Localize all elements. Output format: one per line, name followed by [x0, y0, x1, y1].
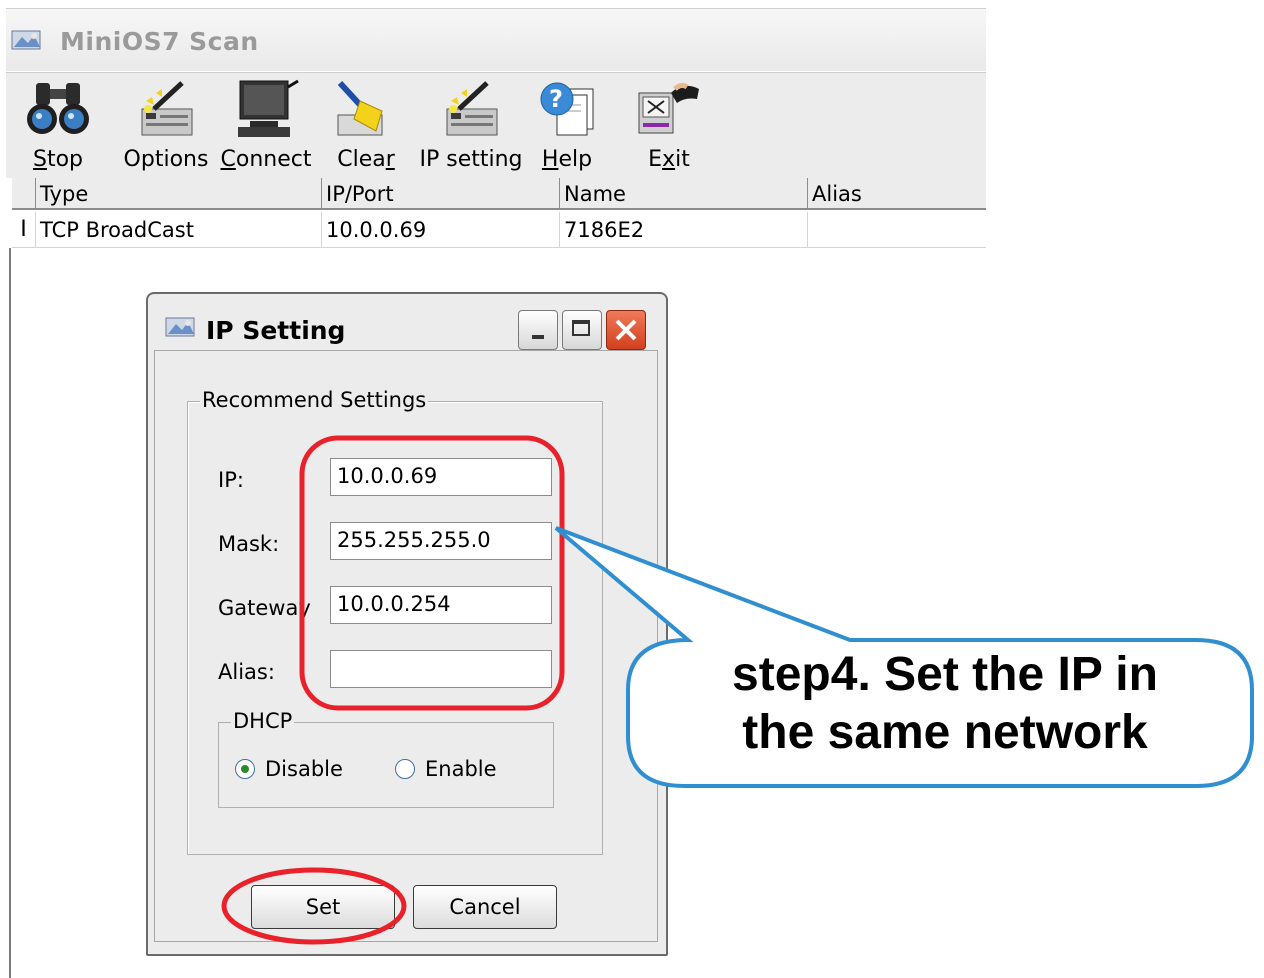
set-button-highlight	[221, 867, 407, 945]
callout-line-2: the same network	[742, 706, 1148, 759]
annotation-overlay	[221, 435, 1254, 945]
callout-line-1: step4. Set the IP in	[732, 648, 1158, 701]
fields-highlight	[299, 435, 565, 711]
callout-text: step4. Set the IP in the same network	[630, 646, 1260, 762]
